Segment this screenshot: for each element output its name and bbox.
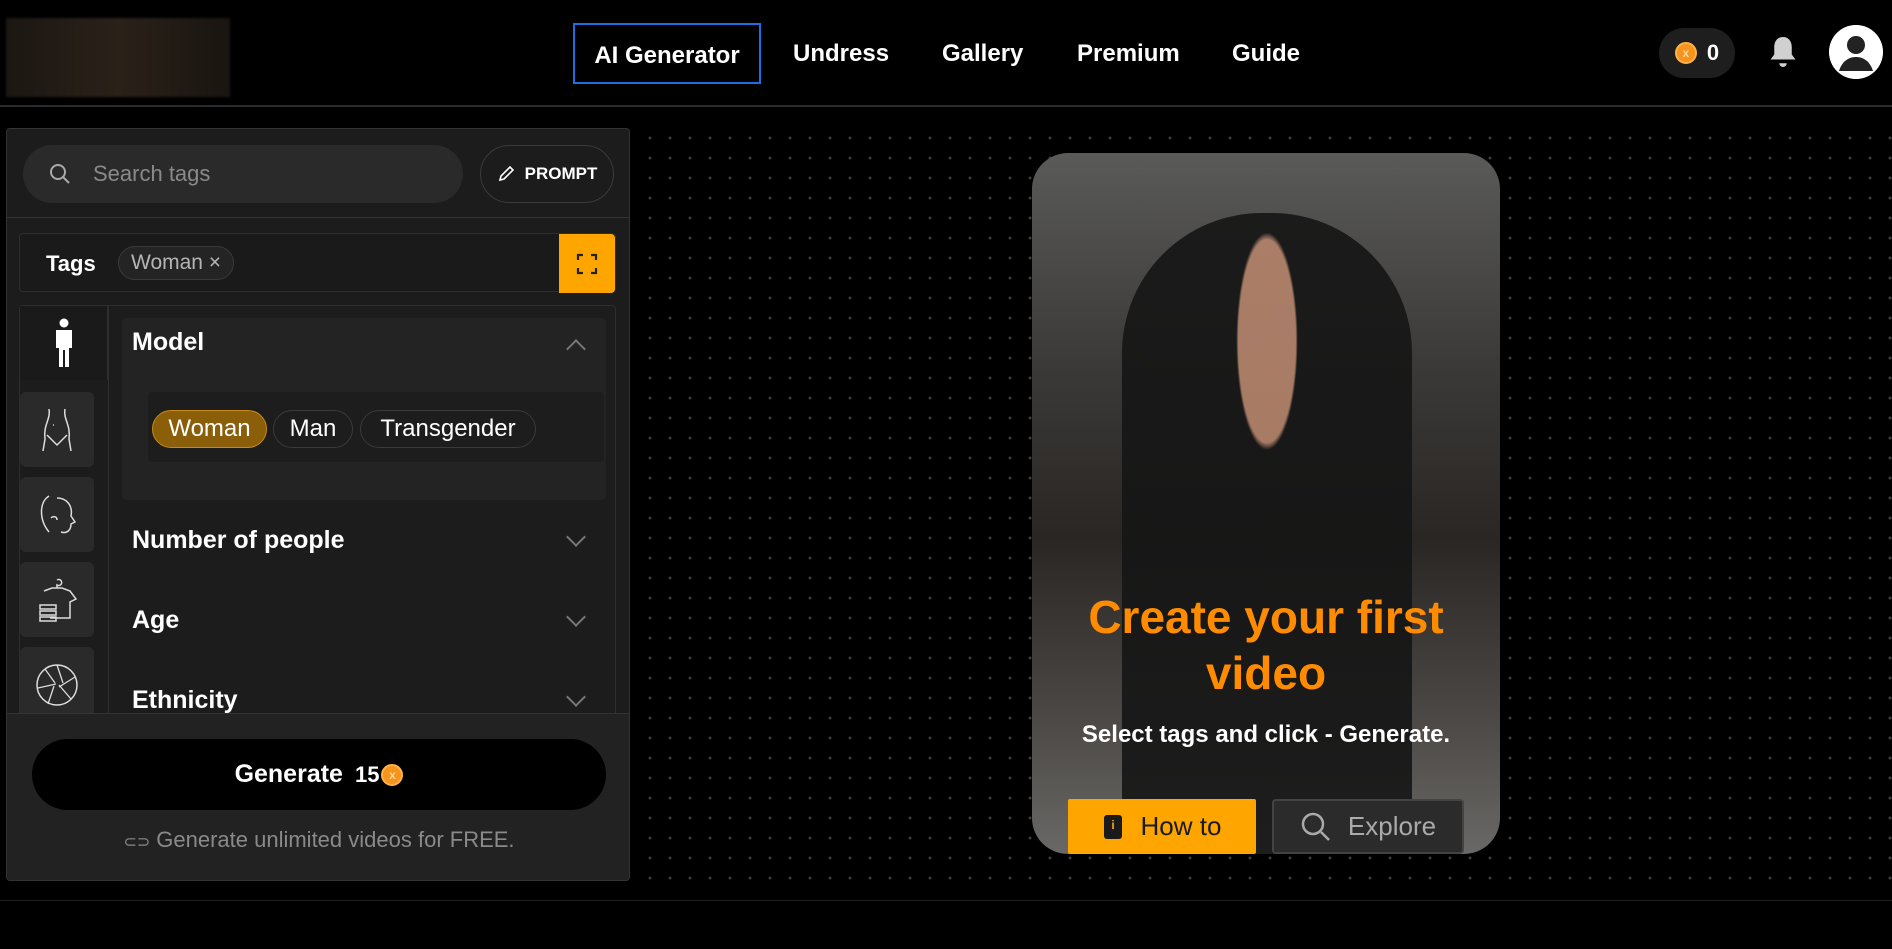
card-title: Create your first video	[1088, 591, 1444, 699]
nav-undress[interactable]: Undress	[793, 23, 889, 84]
nav-gallery[interactable]: Gallery	[942, 23, 1023, 84]
svg-text:i: i	[1111, 818, 1114, 832]
nav-guide[interactable]: Guide	[1232, 23, 1300, 84]
info-book-icon: i	[1103, 814, 1122, 839]
section-title-ethnicity[interactable]: Ethnicity	[132, 686, 238, 715]
preview-card: Create your first video Select tags and …	[1032, 153, 1500, 854]
model-options: Woman Man Transgender	[148, 392, 604, 462]
tags-label: Tags	[46, 251, 96, 276]
aperture-icon	[36, 663, 78, 706]
coin-count: 0	[1706, 40, 1720, 65]
generate-button[interactable]: Generate 15 x	[32, 739, 606, 810]
search-placeholder: Search tags	[93, 161, 211, 186]
explore-button[interactable]: Explore	[1272, 799, 1464, 854]
person-icon	[55, 318, 72, 367]
section-title-number-of-people[interactable]: Number of people	[132, 526, 345, 555]
section-title-model[interactable]: Model	[132, 328, 204, 357]
nav-ai-generator[interactable]: AI Generator	[573, 23, 761, 84]
coin-icon: x	[381, 763, 404, 786]
generate-area: Generate 15 x ⊂⊃ Generate unlimited video…	[7, 713, 629, 880]
generate-label: Generate	[234, 760, 343, 788]
category-model[interactable]	[20, 306, 108, 380]
generator-panel: Search tags PROMPT Tags Woman × Model Wo…	[6, 128, 630, 881]
pencil-icon	[498, 165, 514, 182]
search-tags-input[interactable]: Search tags	[23, 145, 463, 203]
category-body[interactable]	[20, 392, 94, 467]
how-to-label: How to	[1140, 811, 1222, 841]
explore-label: Explore	[1347, 811, 1437, 841]
divider	[108, 306, 109, 726]
bell-icon[interactable]	[1768, 34, 1798, 70]
link-icon: ⊂⊃	[123, 834, 151, 851]
category-clothing[interactable]	[20, 562, 94, 637]
option-woman[interactable]: Woman	[152, 410, 267, 448]
category-camera[interactable]	[20, 647, 94, 722]
face-hair-icon	[40, 494, 77, 533]
coin-icon: x	[1674, 42, 1697, 64]
nav-premium[interactable]: Premium	[1077, 23, 1180, 84]
divider	[7, 217, 629, 218]
body-icon	[42, 408, 72, 451]
top-header: AI Generator Undress Gallery Premium Gui…	[0, 0, 1892, 107]
free-generation-link[interactable]: ⊂⊃ Generate unlimited videos for FREE.	[7, 827, 629, 853]
tag-chip-woman[interactable]: Woman ×	[118, 246, 235, 280]
chevron-down-icon[interactable]	[566, 687, 586, 707]
selected-tags-bar: Tags Woman ×	[19, 233, 616, 293]
chevron-down-icon[interactable]	[566, 527, 586, 547]
category-face[interactable]	[20, 477, 94, 552]
preview-image	[1122, 213, 1412, 854]
section-title-age[interactable]: Age	[132, 606, 179, 635]
fullscreen-icon	[576, 253, 598, 274]
search-icon	[50, 164, 70, 184]
how-to-button[interactable]: i How to	[1068, 799, 1256, 854]
clothing-icon	[39, 578, 78, 622]
user-avatar-icon[interactable]	[1829, 25, 1883, 79]
option-man[interactable]: Man	[273, 410, 353, 448]
expand-button[interactable]	[559, 234, 615, 293]
chevron-down-icon[interactable]	[566, 607, 586, 627]
divider	[0, 900, 1892, 901]
site-logo[interactable]	[6, 18, 230, 97]
prompt-button[interactable]: PROMPT	[480, 145, 614, 203]
search-icon	[1301, 812, 1330, 841]
generate-cost: 15	[354, 761, 380, 787]
free-text: Generate unlimited videos for FREE.	[156, 827, 515, 852]
tag-categories: Model Woman Man Transgender Number of pe…	[19, 305, 616, 726]
prompt-label: PROMPT	[524, 164, 598, 183]
card-subtitle: Select tags and click - Generate.	[1081, 721, 1451, 748]
coin-balance[interactable]: x 0	[1659, 28, 1735, 78]
option-transgender[interactable]: Transgender	[360, 410, 536, 448]
